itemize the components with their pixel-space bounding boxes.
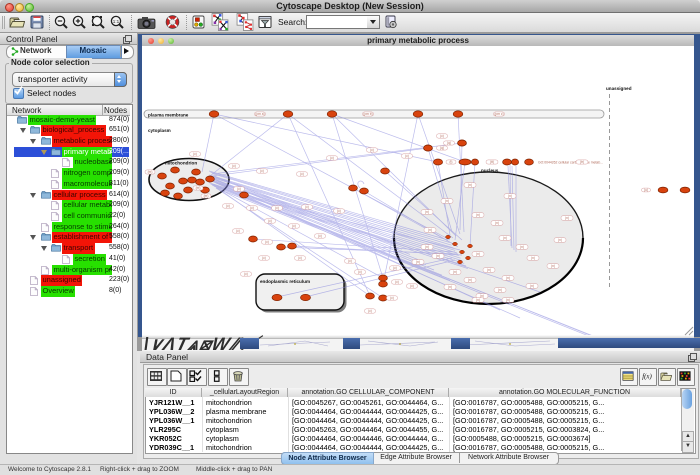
svg-text:(u): (u) (644, 188, 648, 192)
svg-text:(c): (c) (250, 206, 254, 210)
svg-text:(c): (c) (370, 148, 374, 152)
svg-text:(m): (m) (148, 170, 153, 174)
svg-text:(c): (c) (305, 205, 309, 209)
svg-text:(c): (c) (348, 259, 352, 263)
svg-text:(n): (n) (531, 256, 535, 260)
svg-text:(n): (n) (558, 238, 562, 242)
svg-text:(n): (n) (428, 228, 432, 232)
svg-text:(n): (n) (445, 199, 449, 203)
svg-text:(c): (c) (237, 187, 241, 191)
svg-text:(pm b): (pm b) (363, 112, 372, 116)
svg-text:(c): (c) (337, 209, 341, 213)
svg-text:(c): (c) (358, 270, 362, 274)
svg-text:(c): (c) (405, 154, 409, 158)
svg-text:(c): (c) (395, 280, 399, 284)
svg-text:(n): (n) (436, 254, 440, 258)
svg-text:(m): (m) (196, 186, 201, 190)
svg-text:(c): (c) (298, 256, 302, 260)
svg-text:f(x): f(x) (642, 374, 652, 381)
svg-text:(q): (q) (440, 146, 444, 150)
svg-text:(c): (c) (318, 234, 322, 238)
svg-text:(n): (n) (495, 221, 499, 225)
svg-text:(c): (c) (268, 219, 272, 223)
svg-text:(pm a): (pm a) (255, 112, 264, 116)
svg-text:(n): (n) (476, 298, 480, 302)
svg-text:(c): (c) (410, 284, 414, 288)
svg-text:(n): (n) (506, 276, 510, 280)
svg-text:(c): (c) (226, 204, 230, 208)
svg-text:(m): (m) (204, 194, 209, 198)
svg-text:cytoplasm: cytoplasm (148, 128, 171, 133)
svg-text:1:1: 1:1 (113, 19, 120, 24)
svg-text:(c): (c) (292, 224, 296, 228)
svg-text:unassigned: unassigned (606, 86, 632, 91)
svg-text:(c): (c) (275, 206, 279, 210)
svg-text:(c): (c) (262, 256, 266, 260)
svg-text:(c): (c) (368, 309, 372, 313)
svg-text:(n): (n) (476, 213, 480, 217)
svg-text:(n): (n) (508, 194, 512, 198)
svg-text:(tt): (tt) (490, 160, 494, 164)
svg-text:(n): (n) (530, 284, 534, 288)
svg-text:(n): (n) (551, 264, 555, 268)
svg-text:(n): (n) (468, 278, 472, 282)
svg-text:(n): (n) (453, 270, 457, 274)
svg-text:(n): (n) (498, 288, 502, 292)
svg-text:(t): (t) (449, 160, 452, 164)
svg-text:(n): (n) (520, 245, 524, 249)
svg-text:(n): (n) (506, 298, 510, 302)
svg-text:(c): (c) (330, 156, 334, 160)
svg-text:GO:0044262 cellular carbohydra: GO:0044262 cellular carbohydrate metab..… (538, 160, 603, 164)
svg-text:(n): (n) (448, 285, 452, 289)
svg-text:(c): (c) (265, 240, 269, 244)
svg-text:(c): (c) (440, 134, 444, 138)
svg-text:(c): (c) (393, 266, 397, 270)
svg-text:(c): (c) (260, 169, 264, 173)
svg-text:(pm c): (pm c) (494, 112, 503, 116)
svg-text:(c): (c) (300, 172, 304, 176)
svg-text:(c): (c) (390, 296, 394, 300)
svg-text:(n): (n) (425, 210, 429, 214)
svg-text:nucleus: nucleus (481, 168, 499, 173)
svg-text:endoplasmic reticulum: endoplasmic reticulum (260, 279, 310, 284)
svg-text:mitochondrion: mitochondrion (165, 161, 197, 166)
svg-text:(n): (n) (476, 252, 480, 256)
svg-text:(n): (n) (468, 183, 472, 187)
svg-text:(tr): (tr) (580, 160, 584, 164)
svg-text:(c): (c) (236, 229, 240, 233)
svg-text:(q): (q) (447, 141, 451, 145)
svg-text:(n): (n) (416, 260, 420, 264)
svg-text:(n): (n) (565, 216, 569, 220)
svg-text:(n): (n) (425, 245, 429, 249)
svg-text:(n): (n) (487, 268, 491, 272)
svg-text:plasma membrane: plasma membrane (148, 113, 189, 118)
svg-text:(c): (c) (244, 272, 248, 276)
svg-text:(n): (n) (503, 236, 507, 240)
svg-text:(c): (c) (193, 152, 197, 156)
svg-text:(c): (c) (232, 164, 236, 168)
